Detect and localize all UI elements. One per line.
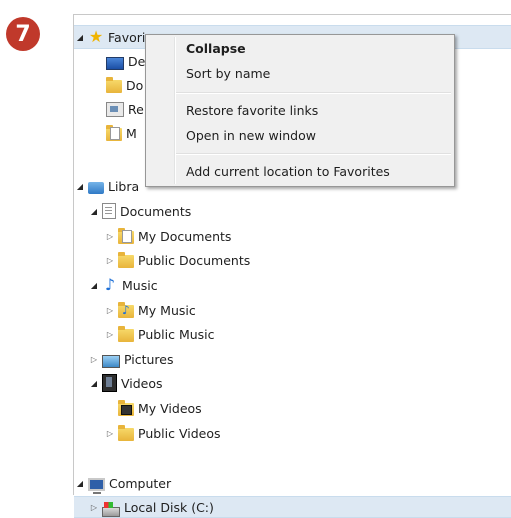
local-disk-icon [102, 502, 120, 517]
tree-item-documents[interactable]: ◢ Documents [88, 200, 191, 222]
expanded-arrow-icon[interactable]: ◢ [88, 207, 100, 216]
tree-item-music[interactable]: ◢ ♪ Music [88, 274, 158, 296]
menu-separator [176, 92, 451, 94]
collapsed-arrow-icon[interactable]: ▷ [88, 503, 100, 512]
pictures-icon [102, 354, 120, 368]
tree-item-label: M [126, 125, 137, 141]
tree-item-computer[interactable]: ◢ Computer [74, 472, 171, 494]
tree-item-local-disk[interactable]: ▷ Local Disk (C:) [74, 496, 511, 518]
desktop-icon [106, 56, 124, 70]
step-number-badge: 7 [6, 17, 40, 51]
collapsed-arrow-icon[interactable]: ▷ [104, 256, 116, 265]
tree-item-label: Music [122, 277, 158, 293]
collapsed-arrow-icon[interactable]: ▷ [104, 330, 116, 339]
menu-item-collapse[interactable]: Collapse [186, 37, 246, 59]
star-icon: ★ [88, 27, 104, 46]
folder-icon [118, 325, 134, 342]
tree-item-label: My Music [138, 302, 196, 318]
tree-item-pictures[interactable]: ▷ Pictures [88, 348, 174, 370]
tree-item-my-videos[interactable]: My Videos [116, 397, 202, 419]
collapsed-arrow-icon[interactable]: ▷ [104, 306, 116, 315]
tree-item-label: Local Disk (C:) [124, 499, 214, 515]
menu-item-restore-favorite-links[interactable]: Restore favorite links [186, 99, 318, 121]
folder-icon [118, 227, 134, 244]
tree-item-my-documents[interactable]: ▷ My Documents [104, 225, 231, 247]
expanded-arrow-icon[interactable]: ◢ [74, 182, 86, 191]
expanded-arrow-icon[interactable]: ◢ [74, 33, 86, 42]
tree-item-favorite[interactable]: Do [104, 74, 143, 96]
expanded-arrow-icon[interactable]: ◢ [74, 479, 86, 488]
collapsed-arrow-icon[interactable]: ▷ [104, 232, 116, 241]
folder-icon [118, 424, 134, 441]
documents-icon [102, 203, 116, 219]
menu-item-sort-by-name[interactable]: Sort by name [186, 62, 270, 84]
tree-item-label: Libra [108, 178, 140, 194]
expanded-arrow-icon[interactable]: ◢ [88, 281, 100, 290]
folder-icon [118, 251, 134, 268]
collapsed-arrow-icon[interactable]: ▷ [88, 355, 100, 364]
tree-item-label: Re [128, 101, 144, 117]
tree-item-favorite[interactable]: De [104, 50, 145, 72]
film-strip-icon [102, 374, 117, 392]
tree-item-public-music[interactable]: ▷ Public Music [104, 323, 215, 345]
music-folder-icon [118, 301, 134, 318]
tree-item-videos[interactable]: ◢ Videos [88, 372, 163, 394]
tree-item-label: Public Documents [138, 252, 251, 268]
tree-item-label: Public Videos [138, 425, 221, 441]
computer-icon [88, 477, 105, 494]
context-menu: Collapse Sort by name Restore favorite l… [145, 34, 455, 187]
recent-places-icon [106, 101, 124, 117]
tree-item-label: Videos [121, 375, 163, 391]
downloads-icon [106, 76, 122, 93]
tree-item-favorite[interactable]: M [104, 122, 137, 144]
video-folder-icon [118, 399, 134, 416]
menu-gutter [174, 37, 176, 184]
expanded-arrow-icon[interactable]: ◢ [88, 379, 100, 388]
menu-item-open-in-new-window[interactable]: Open in new window [186, 124, 316, 146]
tree-item-label: Pictures [124, 351, 174, 367]
tree-item-label: My Videos [138, 400, 202, 416]
tree-item-favorite[interactable]: Re [104, 98, 144, 120]
tree-item-label: Computer [109, 475, 172, 491]
tree-item-label: Favori [108, 29, 146, 45]
tree-item-label: Public Music [138, 326, 215, 342]
tree-item-label: Do [126, 77, 144, 93]
tree-item-label: My Documents [138, 228, 232, 244]
tree-item-label: Documents [120, 203, 192, 219]
folder-icon [106, 124, 122, 141]
tree-item-libraries[interactable]: ◢ Libra [74, 175, 139, 197]
libraries-icon [88, 182, 104, 194]
tree-item-public-videos[interactable]: ▷ Public Videos [104, 422, 221, 444]
menu-item-add-to-favorites[interactable]: Add current location to Favorites [186, 160, 390, 182]
collapsed-arrow-icon[interactable]: ▷ [104, 429, 116, 438]
tree-item-public-documents[interactable]: ▷ Public Documents [104, 249, 250, 271]
menu-separator [176, 153, 451, 155]
tree-item-my-music[interactable]: ▷ My Music [104, 299, 196, 321]
tree-item-label: De [128, 53, 146, 69]
music-note-icon: ♪ [104, 275, 116, 294]
